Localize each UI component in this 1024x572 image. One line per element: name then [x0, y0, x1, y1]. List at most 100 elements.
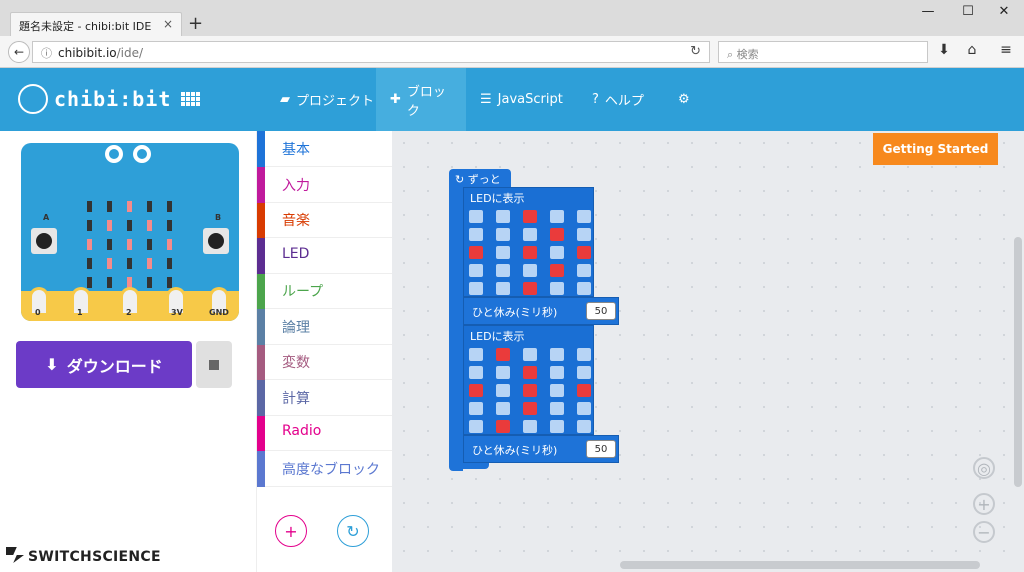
home-icon[interactable]: ⌂ [962, 42, 982, 58]
toolbox-category[interactable]: 計算 [257, 379, 393, 416]
led-toggle-cell[interactable] [550, 384, 564, 397]
menu-blocks[interactable]: ✚ ブロック [376, 68, 466, 131]
zoom-out-icon[interactable]: − [973, 521, 995, 543]
led-toggle-cell[interactable] [496, 282, 510, 295]
led-toggle-cell[interactable] [469, 246, 483, 259]
toolbox-category[interactable]: 基本 [257, 131, 393, 167]
pause-ms-input[interactable]: 50 [586, 440, 616, 458]
led-toggle-cell[interactable] [523, 402, 537, 415]
browser-tab[interactable]: 題名未設定 - chibi:bit IDE × [10, 12, 182, 38]
forever-block[interactable]: ↻ ずっと LEDに表示 ひと休み(ミリ秒) 50 LEDに表示 ひと休み(ミリ秒) 50 [449, 169, 619, 471]
toolbox-category[interactable]: LED [257, 237, 393, 274]
led-toggle-cell[interactable] [523, 348, 537, 361]
close-window-button[interactable]: ✕ [992, 4, 1016, 19]
led-toggle-cell[interactable] [523, 420, 537, 433]
toolbox-category[interactable]: 音楽 [257, 202, 393, 238]
led-toggle-cell[interactable] [523, 228, 537, 241]
reload-icon[interactable]: ↻ [690, 44, 701, 59]
toolbox-category[interactable]: 変数 [257, 344, 393, 380]
led-toggle-cell[interactable] [550, 246, 564, 259]
led-toggle-cell[interactable] [496, 210, 510, 223]
led-toggle-cell[interactable] [496, 264, 510, 277]
menu-help[interactable]: ? ヘルプ [578, 68, 658, 131]
recenter-icon[interactable]: ◎ [973, 457, 995, 479]
led-toggle-cell[interactable] [577, 420, 591, 433]
led-toggle-cell[interactable] [523, 366, 537, 379]
led-toggle-cell[interactable] [523, 246, 537, 259]
led-toggle-cell[interactable] [550, 348, 564, 361]
stop-simulator-button[interactable] [196, 341, 232, 388]
address-bar[interactable]: ⓘ chibibit.io/ide/ ↻ [32, 41, 710, 63]
led-toggle-cell[interactable] [496, 384, 510, 397]
led-toggle-cell[interactable] [523, 384, 537, 397]
blocks-workspace[interactable]: Getting Started ↻ ずっと LEDに表示 ひと休み(ミリ秒) 50 L… [392, 131, 1024, 572]
led-toggle-cell[interactable] [577, 348, 591, 361]
horizontal-scrollbar[interactable] [620, 561, 980, 569]
led-toggle-cell[interactable] [469, 228, 483, 241]
led-toggle-cell[interactable] [577, 210, 591, 223]
led-toggle-cell[interactable] [577, 366, 591, 379]
search-input[interactable]: ⌕ 検索 [718, 41, 928, 63]
getting-started-button[interactable]: Getting Started [873, 133, 998, 165]
led-toggle-cell[interactable] [577, 384, 591, 397]
download-icon[interactable]: ⬇ [934, 42, 954, 58]
led-toggle-cell[interactable] [496, 420, 510, 433]
led-toggle-cell[interactable] [469, 210, 483, 223]
minimize-button[interactable]: — [916, 4, 940, 19]
led-toggle-cell[interactable] [496, 348, 510, 361]
pause-block[interactable]: ひと休み(ミリ秒) 50 [463, 297, 619, 325]
tab-close-icon[interactable]: × [163, 17, 173, 31]
button-b[interactable] [203, 228, 229, 254]
led-toggle-cell[interactable] [550, 420, 564, 433]
led-toggle-cell[interactable] [577, 402, 591, 415]
led-toggle-cell[interactable] [577, 228, 591, 241]
toolbox-category[interactable]: 論理 [257, 308, 393, 345]
pause-ms-input[interactable]: 50 [586, 302, 616, 320]
led-toggle-cell[interactable] [469, 384, 483, 397]
led-toggle-cell[interactable] [523, 264, 537, 277]
led-toggle-cell[interactable] [469, 420, 483, 433]
toolbox-category[interactable]: ループ [257, 273, 393, 309]
led-toggle-cell[interactable] [469, 282, 483, 295]
show-leds-block[interactable]: LEDに表示 [463, 325, 594, 435]
led-toggle-cell[interactable] [550, 366, 564, 379]
led-toggle-cell[interactable] [550, 402, 564, 415]
maximize-button[interactable]: ☐ [956, 4, 980, 19]
led-toggle-cell[interactable] [469, 366, 483, 379]
led-toggle-cell[interactable] [496, 228, 510, 241]
menu-icon[interactable]: ≡ [996, 42, 1016, 58]
undo-button[interactable]: ↻ [337, 515, 369, 547]
led-toggle-cell[interactable] [496, 246, 510, 259]
button-a[interactable] [31, 228, 57, 254]
led-toggle-cell[interactable] [469, 348, 483, 361]
led-toggle-cell[interactable] [577, 246, 591, 259]
led-toggle-cell[interactable] [550, 282, 564, 295]
add-package-button[interactable]: + [275, 515, 307, 547]
zoom-in-icon[interactable]: + [973, 493, 995, 515]
info-icon[interactable]: ⓘ [41, 47, 52, 60]
menu-settings[interactable]: ⚙ [664, 68, 704, 131]
led-toggle-cell[interactable] [496, 402, 510, 415]
back-button[interactable]: ← [8, 41, 30, 63]
led-toggle-cell[interactable] [577, 282, 591, 295]
led-toggle-cell[interactable] [523, 210, 537, 223]
forever-header[interactable]: ↻ ずっと [449, 169, 511, 189]
led-toggle-cell[interactable] [523, 282, 537, 295]
led-toggle-cell[interactable] [550, 264, 564, 277]
toolbox-category[interactable]: 入力 [257, 166, 393, 203]
led-toggle-cell[interactable] [577, 264, 591, 277]
led-toggle-cell[interactable] [550, 228, 564, 241]
download-button[interactable]: ⬇ ダウンロード [16, 341, 192, 388]
led-toggle-cell[interactable] [469, 402, 483, 415]
toolbox-category[interactable]: 高度なブロック [257, 450, 393, 487]
led-toggle-cell[interactable] [496, 366, 510, 379]
led-toggle-cell[interactable] [550, 210, 564, 223]
led-toggle-cell[interactable] [469, 264, 483, 277]
new-tab-button[interactable]: + [188, 13, 203, 34]
toolbox-category[interactable]: Radio [257, 415, 393, 451]
pause-block[interactable]: ひと休み(ミリ秒) 50 [463, 435, 619, 463]
vertical-scrollbar[interactable] [1014, 237, 1022, 487]
menu-project[interactable]: ▰ プロジェクト [266, 68, 388, 131]
show-leds-block[interactable]: LEDに表示 [463, 187, 594, 297]
app-logo[interactable]: chibi:bit [18, 84, 201, 114]
